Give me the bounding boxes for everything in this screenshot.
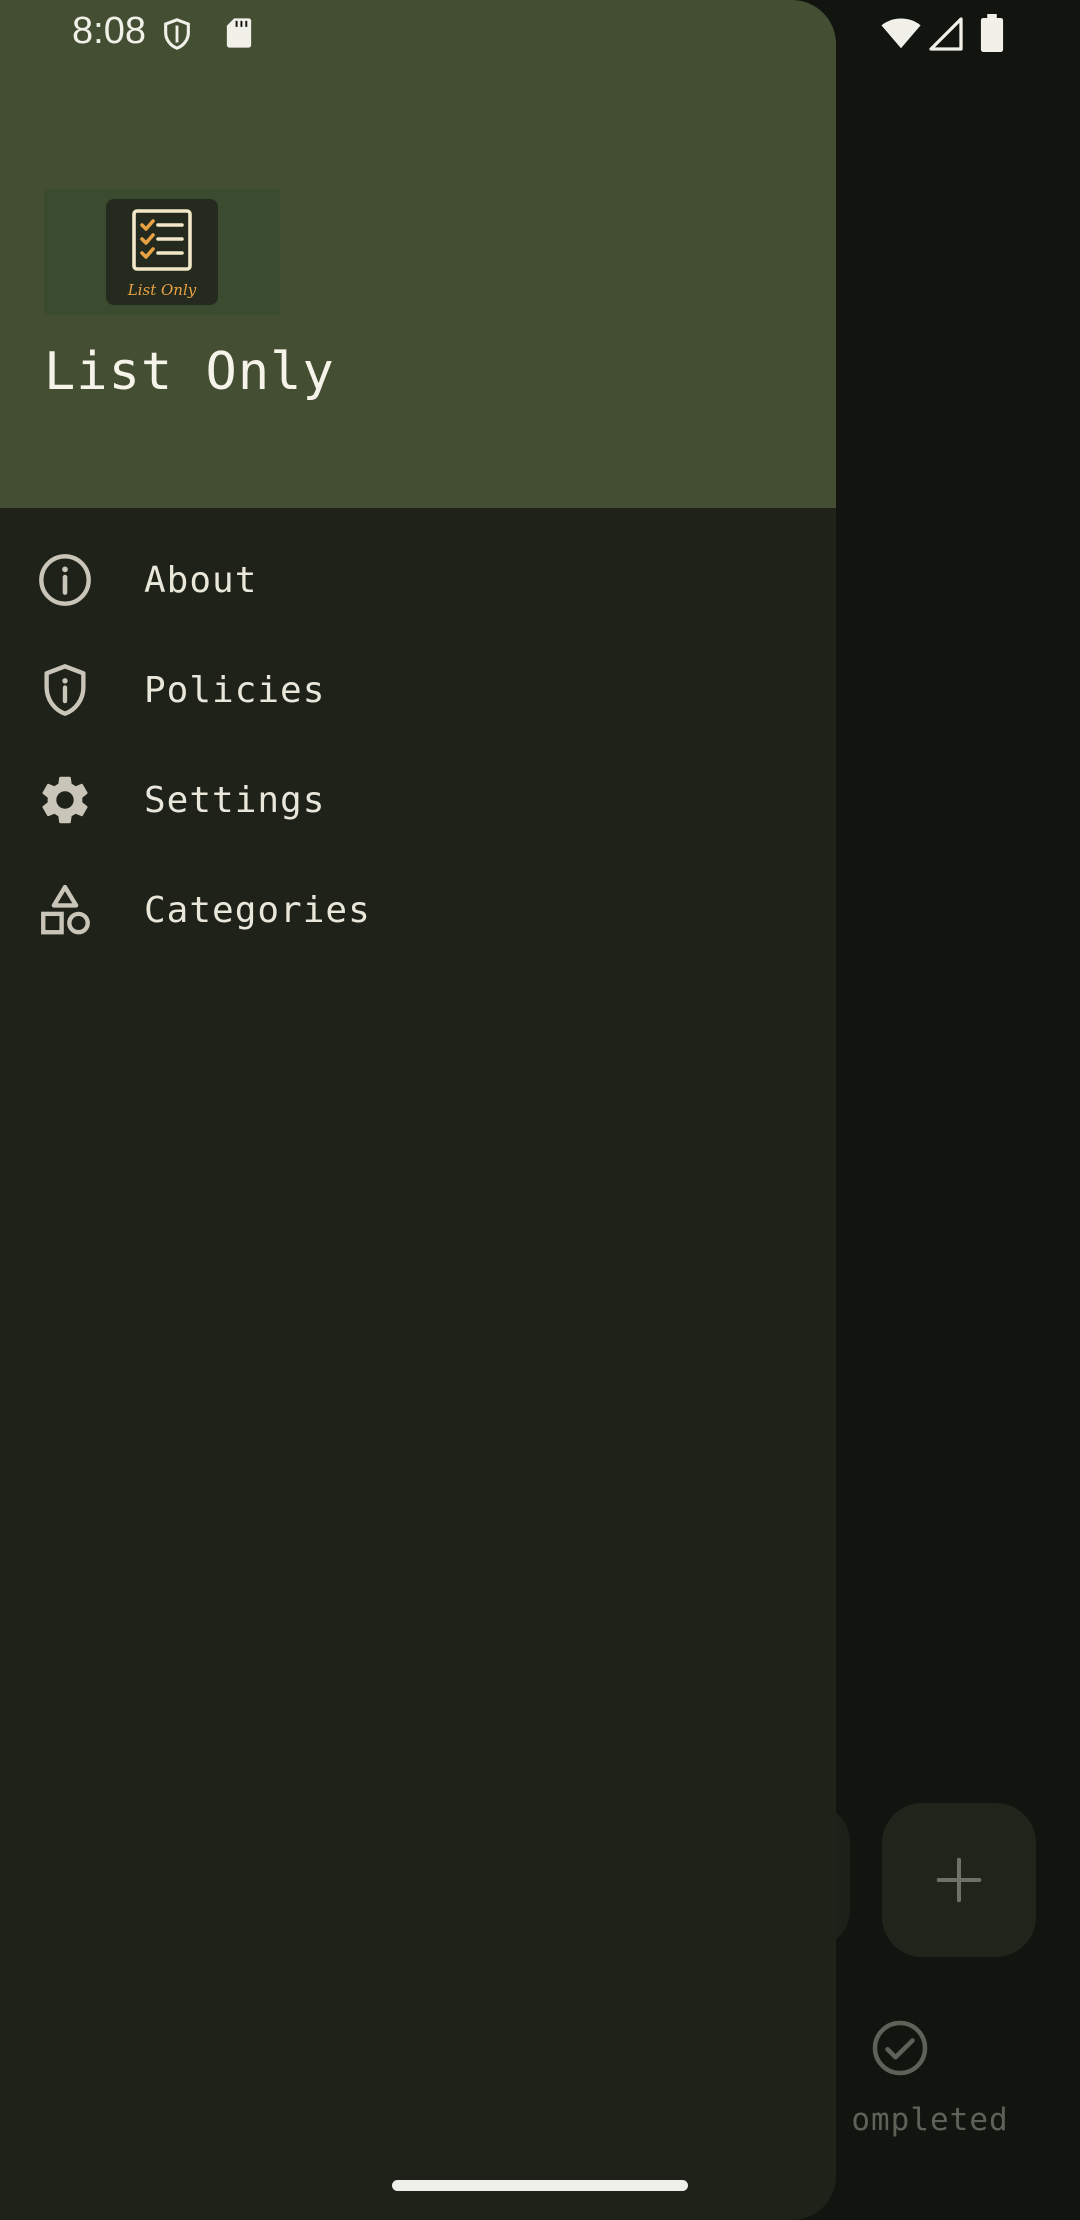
menu-item-policies[interactable]: Policies [0,635,836,745]
drawer-menu: About Policies Settings Categories [0,525,836,965]
menu-label: About [144,559,258,601]
info-icon [36,551,94,609]
add-fab-button[interactable] [882,1803,1036,1957]
logo-text: List Only [127,281,197,299]
plus-icon [936,1857,982,1903]
menu-label: Categories [144,889,371,931]
menu-label: Policies [144,669,326,711]
menu-label: Settings [144,779,326,821]
checklist-icon [132,209,192,271]
app-logo: List Only [44,190,280,314]
navigation-drawer: List Only List Only About Policies Setti… [0,0,836,2220]
gear-icon [36,771,94,829]
shapes-icon [36,881,94,939]
home-indicator[interactable] [392,2180,688,2191]
menu-item-about[interactable]: About [0,525,836,635]
drawer-app-title: List Only [44,342,335,402]
drawer-header: List Only List Only [0,0,836,508]
menu-item-categories[interactable]: Categories [0,855,836,965]
logo-tile: List Only [106,199,218,305]
menu-item-settings[interactable]: Settings [0,745,836,855]
check-circle-icon[interactable] [870,2018,930,2078]
shield-info-icon [36,661,94,719]
